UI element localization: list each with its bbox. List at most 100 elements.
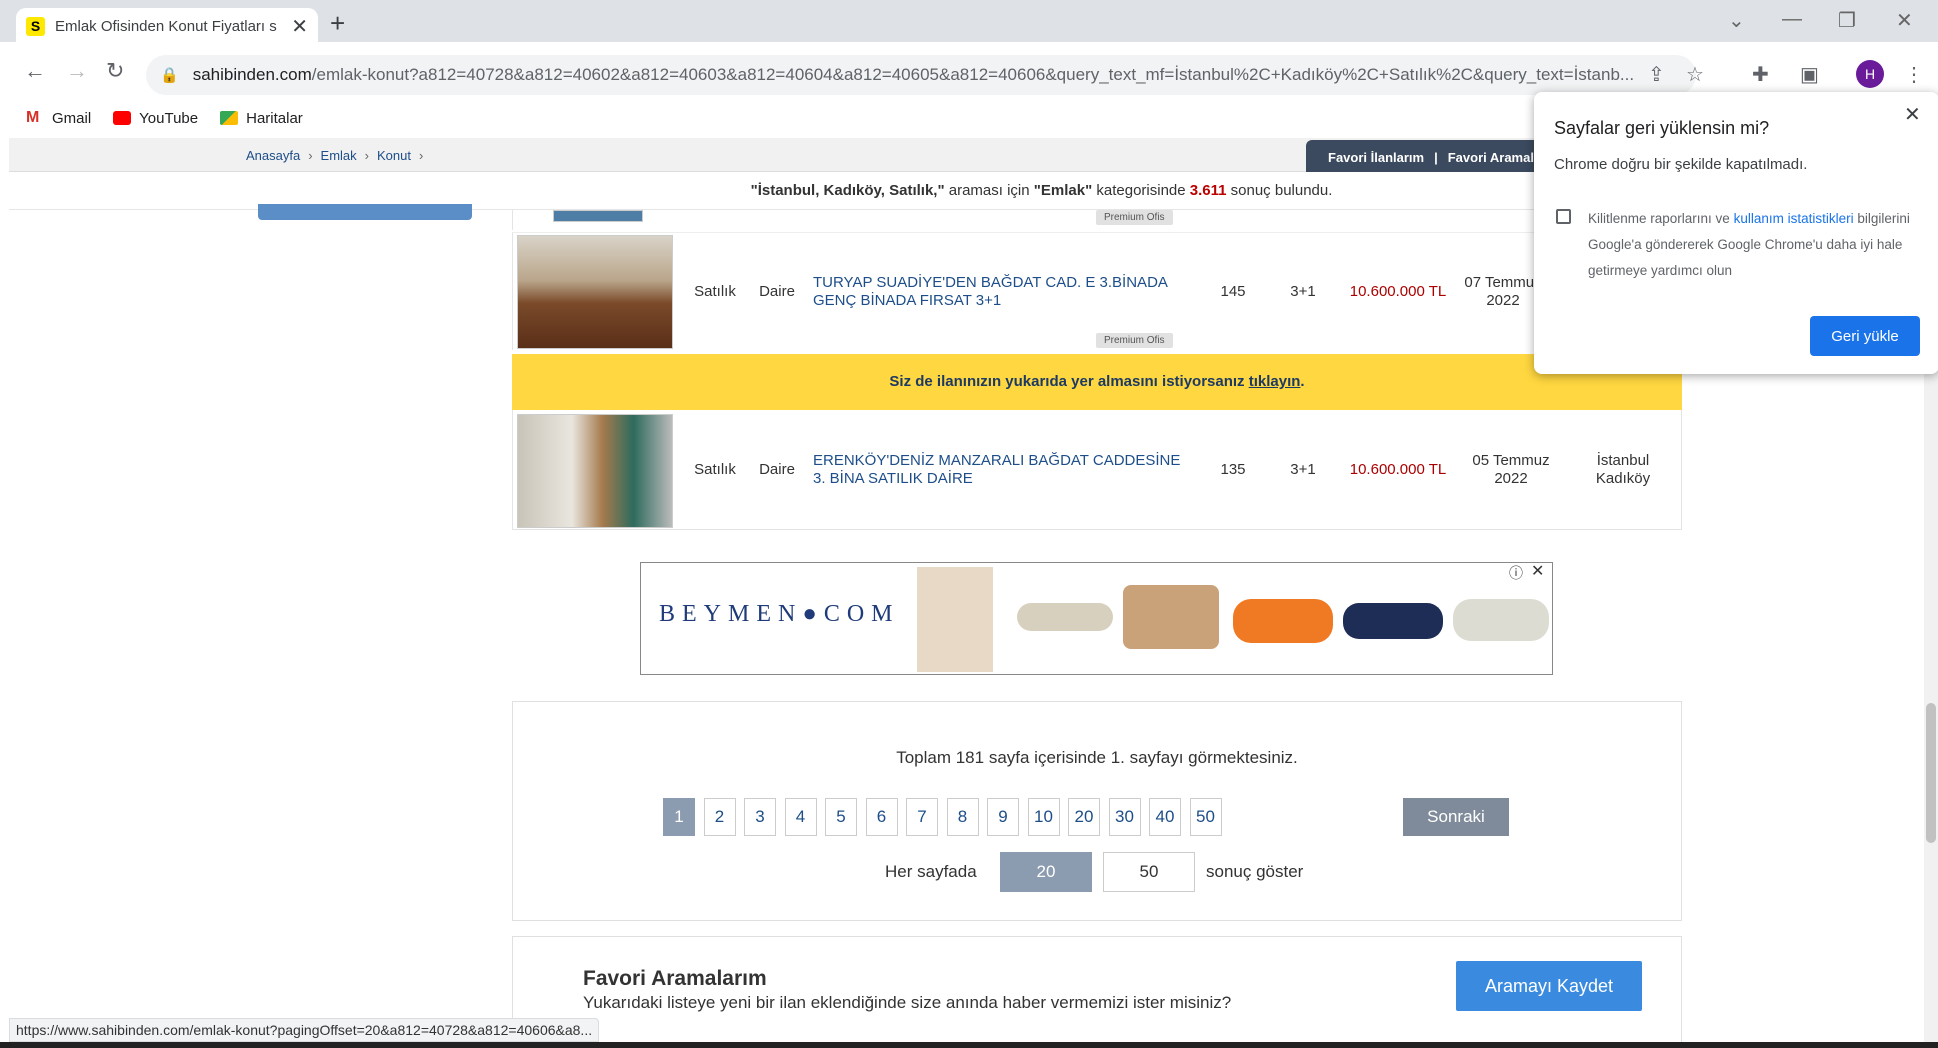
favori-ilanlar-link[interactable]: Favori İlanlarım	[1328, 150, 1424, 165]
listing-m2: 145	[1220, 283, 1246, 300]
url-host: sahibinden.com	[192, 65, 312, 84]
lock-icon[interactable]: 🔒	[160, 66, 179, 84]
favorite-search-subtitle: Yukarıdaki listeye yeni bir ilan eklendi…	[583, 993, 1232, 1012]
page-9-button[interactable]: 9	[987, 798, 1019, 836]
share-icon[interactable]: ⇪	[1648, 62, 1665, 87]
browser-tab[interactable]: S Emlak Ofisinden Konut Fiyatları s ✕	[16, 8, 318, 44]
listing-row[interactable]: Satılık Daire TURYAP SUADİYE'DEN BAĞDAT …	[512, 232, 1682, 350]
page-20-button[interactable]: 20	[1068, 798, 1100, 836]
minimize-icon[interactable]: —	[1782, 8, 1802, 31]
page-40-button[interactable]: 40	[1149, 798, 1181, 836]
per-page-20-button[interactable]: 20	[1000, 852, 1092, 892]
scrollbar-thumb[interactable]	[1926, 703, 1936, 843]
ad-sneaker-orange-image[interactable]	[1233, 599, 1333, 643]
premium-badge: Premium Ofis	[1096, 333, 1173, 348]
page-50-button[interactable]: 50	[1189, 798, 1222, 836]
listing-title[interactable]: ERENKÖY'DENİZ MANZARALI BAĞDAT CADDESİNE…	[813, 452, 1183, 488]
ad-banner[interactable]: BEYMEN●COM ⓘ ✕	[640, 562, 1553, 675]
listing-thumbnail[interactable]	[553, 210, 643, 222]
listing-date: 07 Temmuz 2022	[1464, 273, 1542, 309]
bookmark-star-icon[interactable]: ☆	[1686, 62, 1704, 87]
side-panel-icon[interactable]: ▣	[1800, 62, 1819, 87]
breadcrumb-emlak[interactable]: Emlak	[321, 148, 357, 163]
listing-title[interactable]: TURYAP SUADİYE'DEN BAĞDAT CAD. E 3.BİNAD…	[813, 274, 1183, 310]
address-bar[interactable]: 🔒 sahibinden.com/emlak-konut?a812=40728&…	[146, 55, 1696, 95]
bookmark-label: Gmail	[52, 109, 92, 127]
bookmark-label: Haritalar	[246, 109, 303, 127]
result-text: kategorisinde	[1092, 182, 1190, 199]
page-2-button[interactable]: 2	[703, 798, 736, 836]
restore-icon[interactable]: ❐	[1838, 8, 1856, 33]
crash-report-text-1: Kilitlenme raporlarını ve	[1588, 211, 1734, 226]
sahibinden-favicon-icon: S	[26, 16, 45, 36]
bookmark-youtube[interactable]: YouTube	[113, 110, 198, 127]
close-window-icon[interactable]: ✕	[1896, 8, 1913, 33]
restore-button[interactable]: Geri yükle	[1810, 316, 1920, 356]
premium-badge: Premium Ofis	[1096, 210, 1173, 225]
close-tab-icon[interactable]: ✕	[291, 14, 308, 39]
page-30-button[interactable]: 30	[1108, 798, 1141, 836]
listing-thumbnail[interactable]	[517, 235, 673, 349]
beymen-logo[interactable]: BEYMEN●COM	[659, 601, 900, 628]
extensions-icon[interactable]: ✚	[1752, 62, 1769, 87]
page-4-button[interactable]: 4	[784, 798, 817, 836]
new-tab-icon[interactable]: +	[330, 8, 345, 39]
bookmark-gmail[interactable]: M Gmail	[26, 110, 91, 127]
favorites-separator: |	[1434, 149, 1438, 165]
listing-row[interactable]: Premium Ofis	[512, 210, 1682, 230]
forward-icon[interactable]: →	[66, 58, 88, 84]
listing-row[interactable]: Satılık Daire ERENKÖY'DENİZ MANZARALI BA…	[512, 410, 1682, 530]
ad-bag-image[interactable]	[1123, 585, 1219, 649]
tab-search-icon[interactable]: ⌄	[1728, 8, 1745, 33]
dialog-title: Sayfalar geri yüklensin mi?	[1554, 118, 1770, 138]
per-page-suffix: sonuç göster	[1206, 862, 1304, 881]
favorite-search-box: Favori Aramalarım Yukarıdaki listeye yen…	[512, 936, 1682, 1048]
listing-price: 10.600.000 TL	[1349, 283, 1447, 300]
result-text: sonuç bulundu.	[1226, 182, 1333, 199]
listing-status: Satılık	[694, 283, 736, 300]
restore-pages-dialog: Sayfalar geri yüklensin mi? ✕ Chrome doğ…	[1534, 92, 1938, 374]
page-6-button[interactable]: 6	[865, 798, 898, 836]
back-icon[interactable]: ←	[24, 58, 46, 84]
page-10-button[interactable]: 10	[1027, 798, 1060, 836]
ad-loafer-image[interactable]	[1017, 603, 1113, 631]
breadcrumb-konut[interactable]: Konut	[377, 148, 411, 163]
favori-aramalar-link[interactable]: Favori Aramalar	[1448, 150, 1547, 165]
ad-sneaker-navy-image[interactable]	[1343, 603, 1443, 639]
usage-stats-link[interactable]: kullanım istatistikleri	[1734, 211, 1854, 226]
ad-sneaker-white-image[interactable]	[1453, 599, 1549, 641]
listing-location: İstanbul Kadıköy	[1595, 451, 1651, 487]
crash-report-checkbox[interactable]	[1556, 209, 1571, 224]
profile-avatar[interactable]: H	[1856, 60, 1884, 88]
page-5-button[interactable]: 5	[825, 798, 857, 836]
ad-close-icon[interactable]: ✕	[1531, 561, 1544, 581]
page-8-button[interactable]: 8	[946, 798, 979, 836]
next-page-button[interactable]: Sonraki	[1403, 798, 1509, 836]
maps-icon	[220, 111, 239, 125]
listing-thumbnail[interactable]	[517, 414, 673, 528]
listing-title-link[interactable]: ERENKÖY'DENİZ MANZARALI BAĞDAT CADDESİNE…	[813, 410, 1183, 529]
page-1-button[interactable]: 1	[663, 798, 695, 836]
ad-info-icon[interactable]: ⓘ	[1509, 563, 1523, 583]
per-page-50-button[interactable]: 50	[1103, 852, 1195, 892]
url-path: /emlak-konut?a812=40728&a812=40602&a812=…	[311, 65, 1635, 84]
breadcrumb-home[interactable]: Anasayfa	[246, 148, 300, 163]
save-search-button[interactable]: Aramayı Kaydet	[1456, 961, 1642, 1011]
dialog-subtitle: Chrome doğru bir şekilde kapatılmadı.	[1554, 156, 1808, 173]
result-query: "İstanbul, Kadıköy, Satılık,"	[750, 182, 945, 199]
reload-icon[interactable]: ↻	[106, 58, 124, 84]
bookmark-maps[interactable]: Haritalar	[220, 110, 303, 127]
gmail-icon: M	[26, 109, 40, 126]
result-category: "Emlak"	[1033, 182, 1093, 199]
bookmark-label: YouTube	[139, 109, 199, 127]
page-3-button[interactable]: 3	[744, 798, 776, 836]
crash-report-text: Kilitlenme raporlarını ve kullanım istat…	[1588, 206, 1918, 284]
close-dialog-icon[interactable]: ✕	[1904, 102, 1921, 127]
ad-model-image[interactable]	[917, 567, 993, 672]
sidebar-search-button[interactable]	[258, 204, 472, 220]
per-page-label: Her sayfada	[885, 862, 977, 881]
listing-date: 05 Temmuz 2022	[1472, 451, 1550, 487]
menu-kebab-icon[interactable]: ⋮	[1904, 62, 1924, 87]
page-7-button[interactable]: 7	[906, 798, 938, 836]
promo-link[interactable]: tıklayın	[1249, 373, 1301, 390]
